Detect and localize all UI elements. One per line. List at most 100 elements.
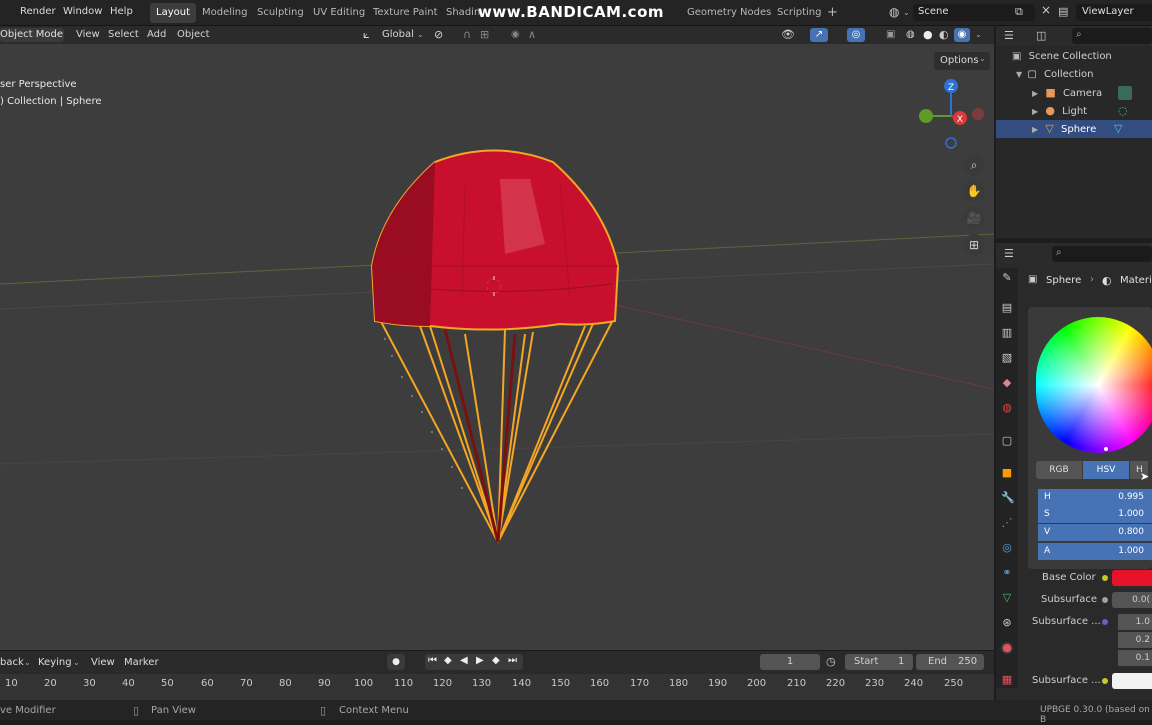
playback-menu[interactable]: back: [0, 657, 24, 668]
snap-target-icon[interactable]: ⊞: [480, 28, 489, 42]
tab-uv-editing[interactable]: UV Editing: [307, 3, 371, 23]
hue-slider[interactable]: H 0.995: [1038, 489, 1152, 506]
subsurface-radius-z[interactable]: 0.1: [1118, 650, 1152, 666]
wireframe-shading-icon[interactable]: ◍: [906, 28, 915, 42]
socket-dot-icon[interactable]: [1102, 575, 1108, 581]
transform-orientation-dropdown[interactable]: Global: [382, 28, 414, 42]
view-layer-tab-icon[interactable]: ▧: [1001, 352, 1013, 364]
camera-view-icon[interactable]: 🎥: [963, 207, 985, 229]
color-wheel[interactable]: [1036, 317, 1152, 453]
output-tab-icon[interactable]: ▥: [1001, 327, 1013, 339]
tab-rgb[interactable]: RGB: [1036, 461, 1082, 479]
mode-selector[interactable]: Object Mode ⌄: [0, 28, 64, 42]
play-reverse-icon[interactable]: ◀: [460, 655, 468, 666]
tab-geometry-nodes[interactable]: Geometry Nodes: [681, 3, 777, 23]
pan-hand-icon[interactable]: ✋: [963, 180, 985, 202]
menu-window[interactable]: Window: [63, 6, 102, 17]
tool-tab-icon[interactable]: ✎: [1001, 272, 1013, 284]
jump-end-icon[interactable]: ⏭: [508, 655, 517, 666]
menu-select[interactable]: Select: [108, 28, 139, 42]
expand-arrow-icon[interactable]: ▼: [1016, 70, 1022, 79]
falloff-icon[interactable]: ∧: [528, 28, 536, 42]
socket-dot-icon[interactable]: [1102, 678, 1108, 684]
solid-shading-icon[interactable]: ●: [923, 28, 933, 42]
menu-render[interactable]: Render: [20, 6, 56, 17]
play-icon[interactable]: ▶: [476, 655, 484, 666]
tab-layout[interactable]: Layout: [150, 3, 196, 23]
menu-view[interactable]: View: [76, 28, 100, 42]
properties-search-input[interactable]: ⌕: [1052, 246, 1152, 262]
physics-tab-icon[interactable]: ◎: [1001, 542, 1013, 554]
clock-icon[interactable]: ◷: [826, 655, 836, 668]
display-mode-icon[interactable]: ◫: [1036, 29, 1046, 42]
timeline-menu-view[interactable]: View: [91, 657, 115, 668]
material-tab-icon[interactable]: ●: [1001, 642, 1013, 654]
tab-modeling[interactable]: Modeling: [196, 3, 254, 23]
subsurface-field[interactable]: 0.0(: [1112, 592, 1152, 608]
snap-icon[interactable]: ∩: [463, 28, 471, 42]
scene-tab-icon[interactable]: ◆: [1001, 377, 1013, 389]
add-workspace-button[interactable]: +: [821, 3, 844, 23]
modifier-tab-icon[interactable]: 🔧: [1001, 492, 1015, 504]
menu-object[interactable]: Object: [177, 28, 210, 42]
current-frame-field[interactable]: 1: [760, 654, 820, 670]
logic-tab-icon[interactable]: ⊛: [1001, 617, 1013, 629]
properties-editor-icon[interactable]: ☰: [1004, 247, 1014, 260]
tab-hsv[interactable]: HSV: [1083, 461, 1129, 479]
texture-tab-icon[interactable]: ▦: [1001, 674, 1013, 686]
saturation-slider[interactable]: S 1.000: [1038, 506, 1152, 523]
record-icon[interactable]: ●: [387, 654, 405, 670]
gizmo-toggle-icon[interactable]: ↗: [810, 28, 828, 42]
expand-arrow-icon[interactable]: ▶: [1032, 107, 1038, 116]
copy-icon[interactable]: ⧉: [1015, 5, 1023, 19]
subsurface-color-swatch[interactable]: [1112, 673, 1152, 689]
value-slider[interactable]: V 0.800: [1038, 524, 1152, 541]
ortho-toggle-icon[interactable]: ⊞: [963, 234, 985, 256]
start-frame-field[interactable]: Start 1: [845, 654, 913, 670]
particles-tab-icon[interactable]: ⋰: [1001, 517, 1013, 529]
keying-menu[interactable]: Keying: [38, 657, 72, 668]
outliner-item-sphere[interactable]: ▶ ▽ Sphere ▽: [996, 120, 1152, 138]
pivot-icon[interactable]: ⊘: [434, 28, 443, 42]
zoom-icon[interactable]: ⌕: [963, 154, 985, 176]
proportional-edit-icon[interactable]: ◉: [511, 28, 520, 42]
color-wheel-cursor[interactable]: [1104, 447, 1108, 451]
timeline-ruler[interactable]: 10 20 30 40 50 60 70 80 90 100 110 120 1…: [0, 674, 994, 700]
subsurface-radius-y[interactable]: 0.2: [1118, 632, 1152, 648]
overlay-toggle-icon[interactable]: ◎: [847, 28, 865, 42]
rendered-shading-icon[interactable]: ◉: [954, 28, 970, 42]
outliner-item-light[interactable]: ▶ ● Light ◌: [1032, 102, 1152, 120]
expand-arrow-icon[interactable]: ▶: [1032, 89, 1038, 98]
base-color-swatch[interactable]: [1112, 570, 1152, 586]
alpha-slider[interactable]: A 1.000: [1038, 543, 1152, 560]
3d-viewport[interactable]: ser Perspective ) Collection | Sphere Op…: [0, 44, 994, 650]
menu-add[interactable]: Add: [147, 28, 166, 42]
prev-keyframe-icon[interactable]: ◆: [444, 655, 452, 666]
outliner-item-camera[interactable]: ▶ ■ Camera: [1032, 84, 1152, 102]
viewlayer-selector[interactable]: ViewLayer: [1076, 4, 1152, 21]
expand-arrow-icon[interactable]: ▶: [1032, 125, 1038, 134]
xray-icon[interactable]: ▣: [886, 28, 895, 42]
timeline-menu-marker[interactable]: Marker: [124, 657, 159, 668]
jump-start-icon[interactable]: ⏮: [428, 655, 437, 666]
outliner-scene-collection[interactable]: ▣ Scene Collection: [1012, 48, 1152, 66]
end-frame-field[interactable]: End 250: [916, 654, 984, 670]
scene-selector[interactable]: Scene ⧉: [913, 4, 1035, 21]
collection-tab-icon[interactable]: ▢: [1001, 435, 1013, 447]
material-shading-icon[interactable]: ◐: [939, 28, 949, 42]
next-keyframe-icon[interactable]: ◆: [492, 655, 500, 666]
world-tab-icon[interactable]: ◍: [1001, 402, 1013, 414]
subsurface-radius-x[interactable]: 1.0: [1118, 614, 1152, 630]
tab-texture-paint[interactable]: Texture Paint: [367, 3, 444, 23]
visibility-icon[interactable]: 👁: [781, 28, 795, 42]
object-tab-icon[interactable]: ■: [1001, 467, 1013, 479]
outliner-collection[interactable]: ▼ ▢ Collection: [1016, 66, 1152, 84]
socket-dot-icon[interactable]: [1102, 597, 1108, 603]
outliner-search-input[interactable]: ⌕: [1072, 28, 1152, 44]
chevron-down-icon[interactable]: ⌄: [975, 28, 982, 42]
outliner-editor-icon[interactable]: ☰: [1004, 29, 1014, 42]
tab-scripting[interactable]: Scripting: [771, 3, 827, 23]
socket-dot-icon[interactable]: [1102, 619, 1108, 625]
chevron-down-icon[interactable]: ⌄: [903, 8, 910, 17]
tab-sculpting[interactable]: Sculpting: [251, 3, 310, 23]
